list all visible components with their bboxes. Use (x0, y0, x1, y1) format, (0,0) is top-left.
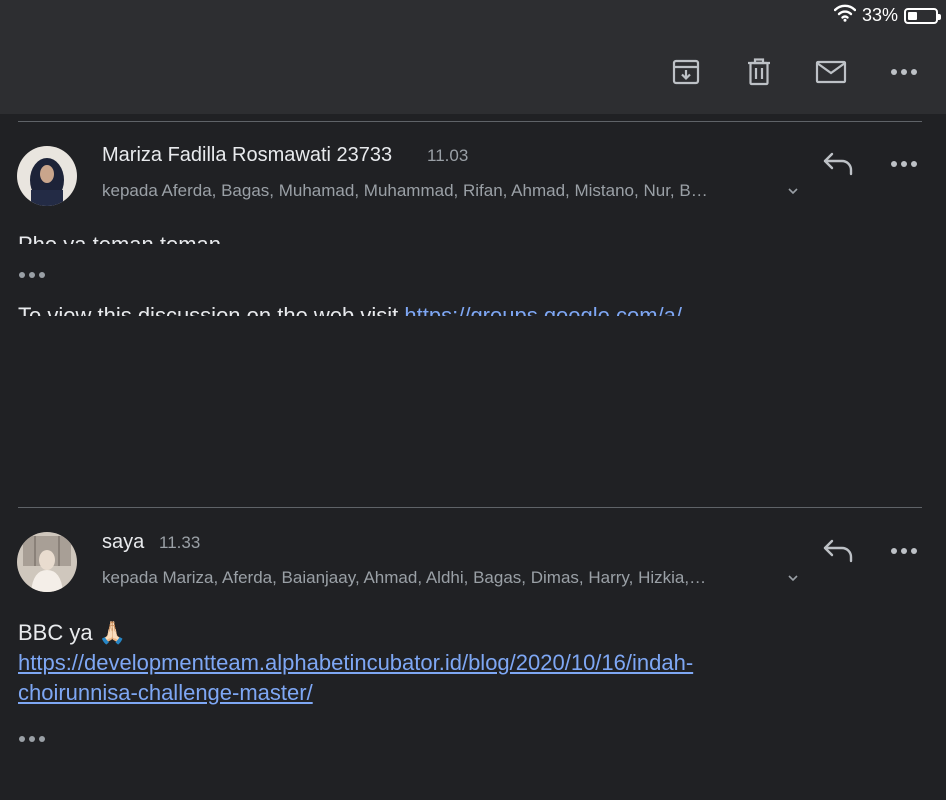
message-footer-clip: To view this discussion on the web visit… (18, 300, 788, 316)
message-more-icon[interactable] (886, 536, 922, 566)
message-time: 11.03 (427, 146, 469, 165)
mark-unread-icon[interactable] (815, 56, 847, 88)
message-body: BBC ya 🙏🏻 (18, 620, 127, 645)
reply-icon[interactable] (820, 149, 856, 179)
link-line[interactable]: https://developmentteam.alphabetincubato… (18, 650, 693, 675)
show-trimmed-content-icon[interactable] (18, 266, 46, 284)
divider (18, 507, 922, 508)
chevron-down-icon[interactable] (786, 186, 800, 196)
battery-icon (904, 7, 941, 24)
avatar[interactable] (17, 532, 77, 592)
wifi-icon (833, 4, 857, 27)
message-link[interactable]: https://developmentteam.alphabetincubato… (18, 648, 818, 708)
message-more-icon[interactable] (886, 149, 922, 179)
recipients-summary[interactable]: kepada Mariza, Aferda, Baianjaay, Ahmad,… (102, 568, 782, 588)
app-toolbar: 33% (0, 0, 946, 114)
message-time: 11.33 (159, 533, 201, 552)
message-snippet: Pho ya teman teman (18, 232, 518, 244)
chevron-down-icon[interactable] (786, 573, 800, 583)
divider (18, 121, 922, 122)
message-snippet-clip: Pho ya teman teman (18, 228, 518, 244)
delete-icon[interactable] (743, 56, 775, 88)
groups-link[interactable]: https://groups.google.com/a/ (404, 303, 682, 316)
sender-name: saya (102, 531, 145, 553)
link-line[interactable]: choirunnisa-challenge-master/ (18, 680, 313, 705)
reply-icon[interactable] (820, 536, 856, 566)
battery-percentage: 33% (861, 5, 898, 25)
avatar[interactable] (17, 146, 77, 206)
footer-text: To view this discussion on the web visit (18, 303, 405, 316)
recipients-summary[interactable]: kepada Aferda, Bagas, Muhamad, Muhammad,… (102, 181, 782, 201)
status-bar: 33% (833, 4, 941, 27)
archive-icon[interactable] (670, 56, 702, 88)
more-icon[interactable] (888, 56, 920, 88)
show-trimmed-content-icon[interactable] (18, 730, 46, 748)
sender-name: Mariza Fadilla Rosmawati 23733 (102, 144, 393, 166)
